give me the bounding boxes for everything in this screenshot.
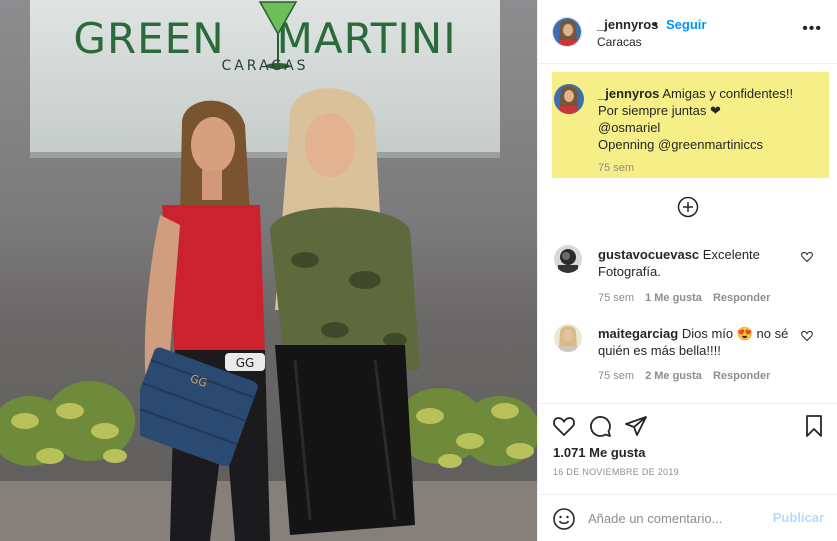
post-location[interactable]: Caracas — [597, 35, 642, 49]
caption-line-1: Amigas y confidentes!! — [662, 86, 794, 101]
author-username[interactable]: _jennyros — [597, 17, 658, 32]
post-date[interactable]: 16 DE NOVIEMBRE DE 2019 — [553, 467, 679, 477]
comment-text: gustavocuevasc Excelente Fotografía. — [598, 247, 760, 279]
caption-text: _jennyros Amigas y confidentes!! Por sie… — [598, 85, 824, 153]
comment-time[interactable]: 75 sem — [598, 292, 634, 304]
comment-meta: 75 sem 1 Me gusta Responder — [598, 292, 781, 304]
comment-input[interactable] — [588, 508, 768, 528]
post-photo[interactable]: GREEN MARTINI CARACAS GG GG — [0, 0, 537, 541]
reply-button[interactable]: Responder — [713, 370, 770, 382]
post-side-panel: _jennyros • Seguir Caracas ••• _jennyros… — [537, 0, 837, 541]
commenter-avatar[interactable] — [554, 245, 582, 273]
caption-line-4: Openning @greenmartiniccs — [598, 137, 763, 152]
caption-line-2: Por siempre juntas ❤ — [598, 103, 721, 118]
comment-like-heart-icon[interactable] — [801, 251, 813, 263]
heart-icon[interactable] — [552, 414, 576, 438]
comment-text: maitegarciag Dios mío 😍 no sé quién es m… — [598, 326, 789, 358]
share-icon[interactable] — [624, 414, 648, 438]
likes-count[interactable]: 1.071 Me gusta — [553, 445, 646, 460]
caption-username[interactable]: _jennyros — [598, 86, 659, 101]
commenter-username[interactable]: maitegarciag — [598, 326, 678, 341]
caption-mention[interactable]: @osmariel — [598, 120, 660, 135]
commenter-username[interactable]: gustavocuevasc — [598, 247, 699, 262]
follow-button[interactable]: Seguir — [666, 17, 706, 32]
add-comment-bar: Publicar — [538, 494, 837, 541]
comment-likes[interactable]: 2 Me gusta — [645, 370, 702, 382]
caption-avatar[interactable] — [554, 84, 584, 114]
sign-subtitle: CARACAS — [221, 58, 309, 74]
comment-like-heart-icon[interactable] — [801, 330, 813, 342]
comment-icon[interactable] — [588, 414, 612, 438]
separator-dot: • — [653, 17, 658, 32]
emoji-icon[interactable] — [552, 507, 576, 531]
comment-time[interactable]: 75 sem — [598, 370, 634, 382]
post-header: _jennyros • Seguir Caracas ••• — [538, 0, 837, 64]
reply-button[interactable]: Responder — [713, 292, 770, 304]
post-actions: 1.071 Me gusta 16 DE NOVIEMBRE DE 2019 P… — [538, 403, 837, 541]
caption-time[interactable]: 75 sem — [598, 162, 634, 174]
post-caption: _jennyros Amigas y confidentes!! Por sie… — [552, 72, 829, 178]
person-right — [270, 88, 420, 535]
publish-button[interactable]: Publicar — [773, 510, 824, 525]
comment-meta: 75 sem 2 Me gusta Responder — [598, 370, 781, 382]
load-more-comments-icon[interactable] — [677, 196, 699, 218]
svg-text:GG: GG — [236, 356, 255, 370]
more-options-icon[interactable]: ••• — [802, 20, 822, 38]
bookmark-icon[interactable] — [802, 414, 826, 438]
author-avatar[interactable] — [552, 17, 582, 47]
commenter-avatar[interactable] — [554, 324, 582, 352]
comment-likes[interactable]: 1 Me gusta — [645, 292, 702, 304]
